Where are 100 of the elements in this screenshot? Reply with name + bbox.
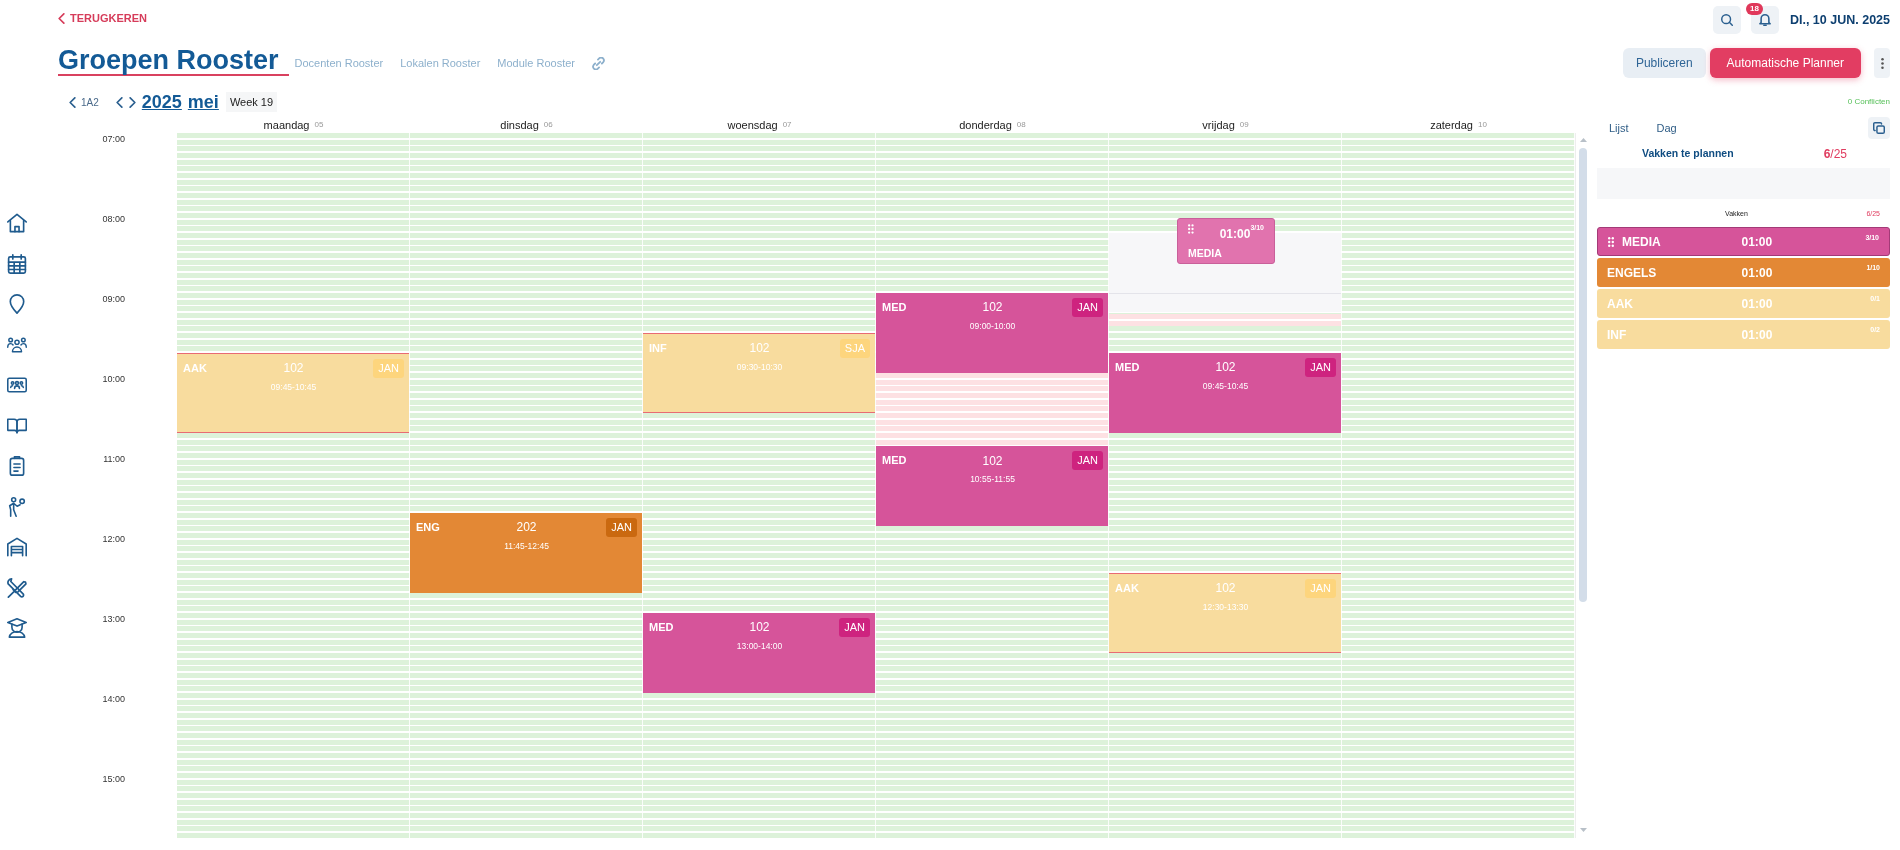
view-tab[interactable]: Lijst bbox=[1609, 119, 1629, 137]
lesson-block[interactable]: ENG 202 JAN 11:45-12:45 bbox=[410, 513, 642, 593]
time-range: 12:30-13:30 bbox=[1202, 600, 1249, 614]
room-number: 102 bbox=[749, 619, 770, 637]
home-icon[interactable] bbox=[7, 213, 27, 233]
location-pin-icon[interactable] bbox=[7, 294, 27, 314]
schedule-link[interactable]: Docenten Rooster bbox=[294, 54, 384, 72]
day-date: 06 bbox=[543, 119, 553, 131]
subject-name: MEDIA bbox=[1622, 233, 1661, 251]
chevron-left-icon bbox=[115, 96, 123, 108]
schedule-link[interactable]: Lokalen Rooster bbox=[400, 54, 481, 72]
subject-name: INF bbox=[1607, 326, 1627, 344]
view-tab[interactable]: Dag bbox=[1656, 119, 1677, 137]
time-range: 09:00-10:00 bbox=[969, 319, 1016, 333]
teacher-code: JAN bbox=[1072, 298, 1103, 317]
teacher-code: JAN bbox=[1072, 451, 1103, 470]
subject-name: MEDIA bbox=[1188, 246, 1222, 261]
garage-icon[interactable] bbox=[7, 537, 27, 557]
current-date: DI., 10 JUN. 2025 bbox=[1789, 11, 1890, 29]
day-date: 07 bbox=[782, 119, 792, 131]
teacher-code: JAN bbox=[606, 518, 637, 537]
clipboard-icon[interactable] bbox=[7, 456, 27, 476]
teacher-code: JAN bbox=[1305, 358, 1336, 377]
time-range: 11:45-12:45 bbox=[504, 539, 549, 553]
teacher-code: JAN bbox=[1305, 579, 1336, 598]
bell-icon bbox=[1758, 14, 1771, 26]
subject-code: MED bbox=[882, 453, 907, 469]
hour-label: 13:00 bbox=[102, 614, 125, 624]
panel-title: Vakken te plannen bbox=[1642, 146, 1734, 162]
teacher-code: SJA bbox=[839, 339, 870, 358]
day-date: 10 bbox=[1477, 119, 1487, 131]
time-range: 09:30-10:30 bbox=[736, 360, 783, 374]
week-label: Week 19 bbox=[225, 91, 278, 113]
lesson-block[interactable]: MED 102 JAN 09:45-10:45 bbox=[1109, 353, 1341, 433]
chevron-left-icon bbox=[69, 96, 76, 108]
day-date: 05 bbox=[314, 119, 324, 131]
next-week-button[interactable] bbox=[128, 96, 136, 108]
scrollbar-thumb[interactable] bbox=[1579, 148, 1587, 602]
previous-group-button[interactable]: 1A2 bbox=[69, 94, 99, 110]
schedule-link[interactable]: Module Rooster bbox=[497, 54, 575, 72]
room-number: 102 bbox=[749, 340, 770, 358]
chevron-right-icon bbox=[128, 96, 136, 108]
search-button[interactable] bbox=[1712, 6, 1741, 34]
lesson-block[interactable]: MED 102 JAN 13:00-14:00 bbox=[643, 613, 875, 693]
month-link[interactable]: mei bbox=[187, 88, 219, 116]
room-number: 102 bbox=[283, 360, 304, 378]
publish-button[interactable]: Publiceren bbox=[1622, 48, 1706, 78]
room-number: 102 bbox=[982, 299, 1003, 317]
copy-button[interactable] bbox=[1868, 117, 1890, 139]
subject-code: MED bbox=[882, 300, 907, 315]
day-name: zaterdag bbox=[1430, 117, 1473, 133]
teacher-code: JAN bbox=[373, 359, 404, 378]
room-number: 102 bbox=[1215, 359, 1236, 377]
drag-handle-icon[interactable] bbox=[1188, 224, 1194, 234]
day-name: maandag bbox=[263, 117, 310, 133]
hour-label: 12:00 bbox=[102, 534, 125, 544]
day-name: vrijdag bbox=[1202, 117, 1235, 133]
page-title: Groepen Rooster bbox=[58, 46, 289, 76]
room-number: 202 bbox=[516, 519, 537, 537]
day-name: woensdag bbox=[727, 117, 778, 133]
hour-label: 11:00 bbox=[103, 454, 125, 464]
hour-label: 09:00 bbox=[102, 294, 125, 304]
time-range: 10:55-11:55 bbox=[970, 472, 1015, 486]
day-name: dinsdag bbox=[500, 117, 539, 133]
lesson-duration: 01:00 bbox=[1741, 264, 1773, 282]
calendar-icon[interactable] bbox=[7, 253, 27, 274]
time-range: 09:45-10:45 bbox=[270, 380, 317, 394]
people-icon[interactable] bbox=[7, 334, 27, 355]
lesson-block[interactable]: MED 102 JAN 09:00-10:00 bbox=[876, 293, 1108, 373]
drag-handle-icon[interactable] bbox=[1608, 236, 1614, 247]
subject-code: ENG bbox=[416, 520, 440, 535]
day-date: 08 bbox=[1016, 119, 1026, 131]
year-link[interactable]: 2025 bbox=[141, 88, 182, 116]
back-link[interactable]: TERUGKEREN bbox=[58, 9, 147, 27]
subject-name: ENGELS bbox=[1607, 264, 1657, 282]
lesson-duration: 01:00 bbox=[1741, 295, 1773, 313]
subject-code: AAK bbox=[183, 361, 207, 376]
teacher-code: JAN bbox=[839, 618, 870, 637]
time-range: 13:00-14:00 bbox=[736, 639, 783, 653]
room-number: 102 bbox=[982, 452, 1003, 470]
time-range: 09:45-10:45 bbox=[1202, 379, 1249, 393]
hour-label: 15:00 bbox=[102, 774, 125, 784]
person-icon[interactable] bbox=[7, 496, 27, 517]
lesson-block[interactable]: MED 102 JAN 10:55-11:55 bbox=[876, 446, 1108, 527]
more-icon bbox=[1880, 57, 1884, 69]
auto-planner-button[interactable]: Automatische Planner bbox=[1709, 48, 1861, 78]
chevron-left-icon bbox=[58, 12, 65, 24]
hour-label: 10:00 bbox=[102, 374, 125, 384]
previous-week-button[interactable] bbox=[115, 96, 123, 108]
lesson-duration: 01:00 bbox=[1741, 326, 1773, 344]
book-icon[interactable] bbox=[7, 415, 27, 436]
day-name: donderdag bbox=[959, 117, 1012, 133]
hour-label: 07:00 bbox=[102, 134, 125, 144]
subject-code: AAK bbox=[1115, 581, 1139, 596]
group-card-icon[interactable] bbox=[7, 375, 27, 395]
tools-icon[interactable] bbox=[7, 577, 27, 598]
graduate-icon[interactable] bbox=[7, 618, 27, 638]
notification-count: 18 bbox=[1745, 3, 1763, 15]
lesson-duration: 01:00 bbox=[1741, 233, 1773, 251]
more-button[interactable] bbox=[1874, 48, 1890, 78]
